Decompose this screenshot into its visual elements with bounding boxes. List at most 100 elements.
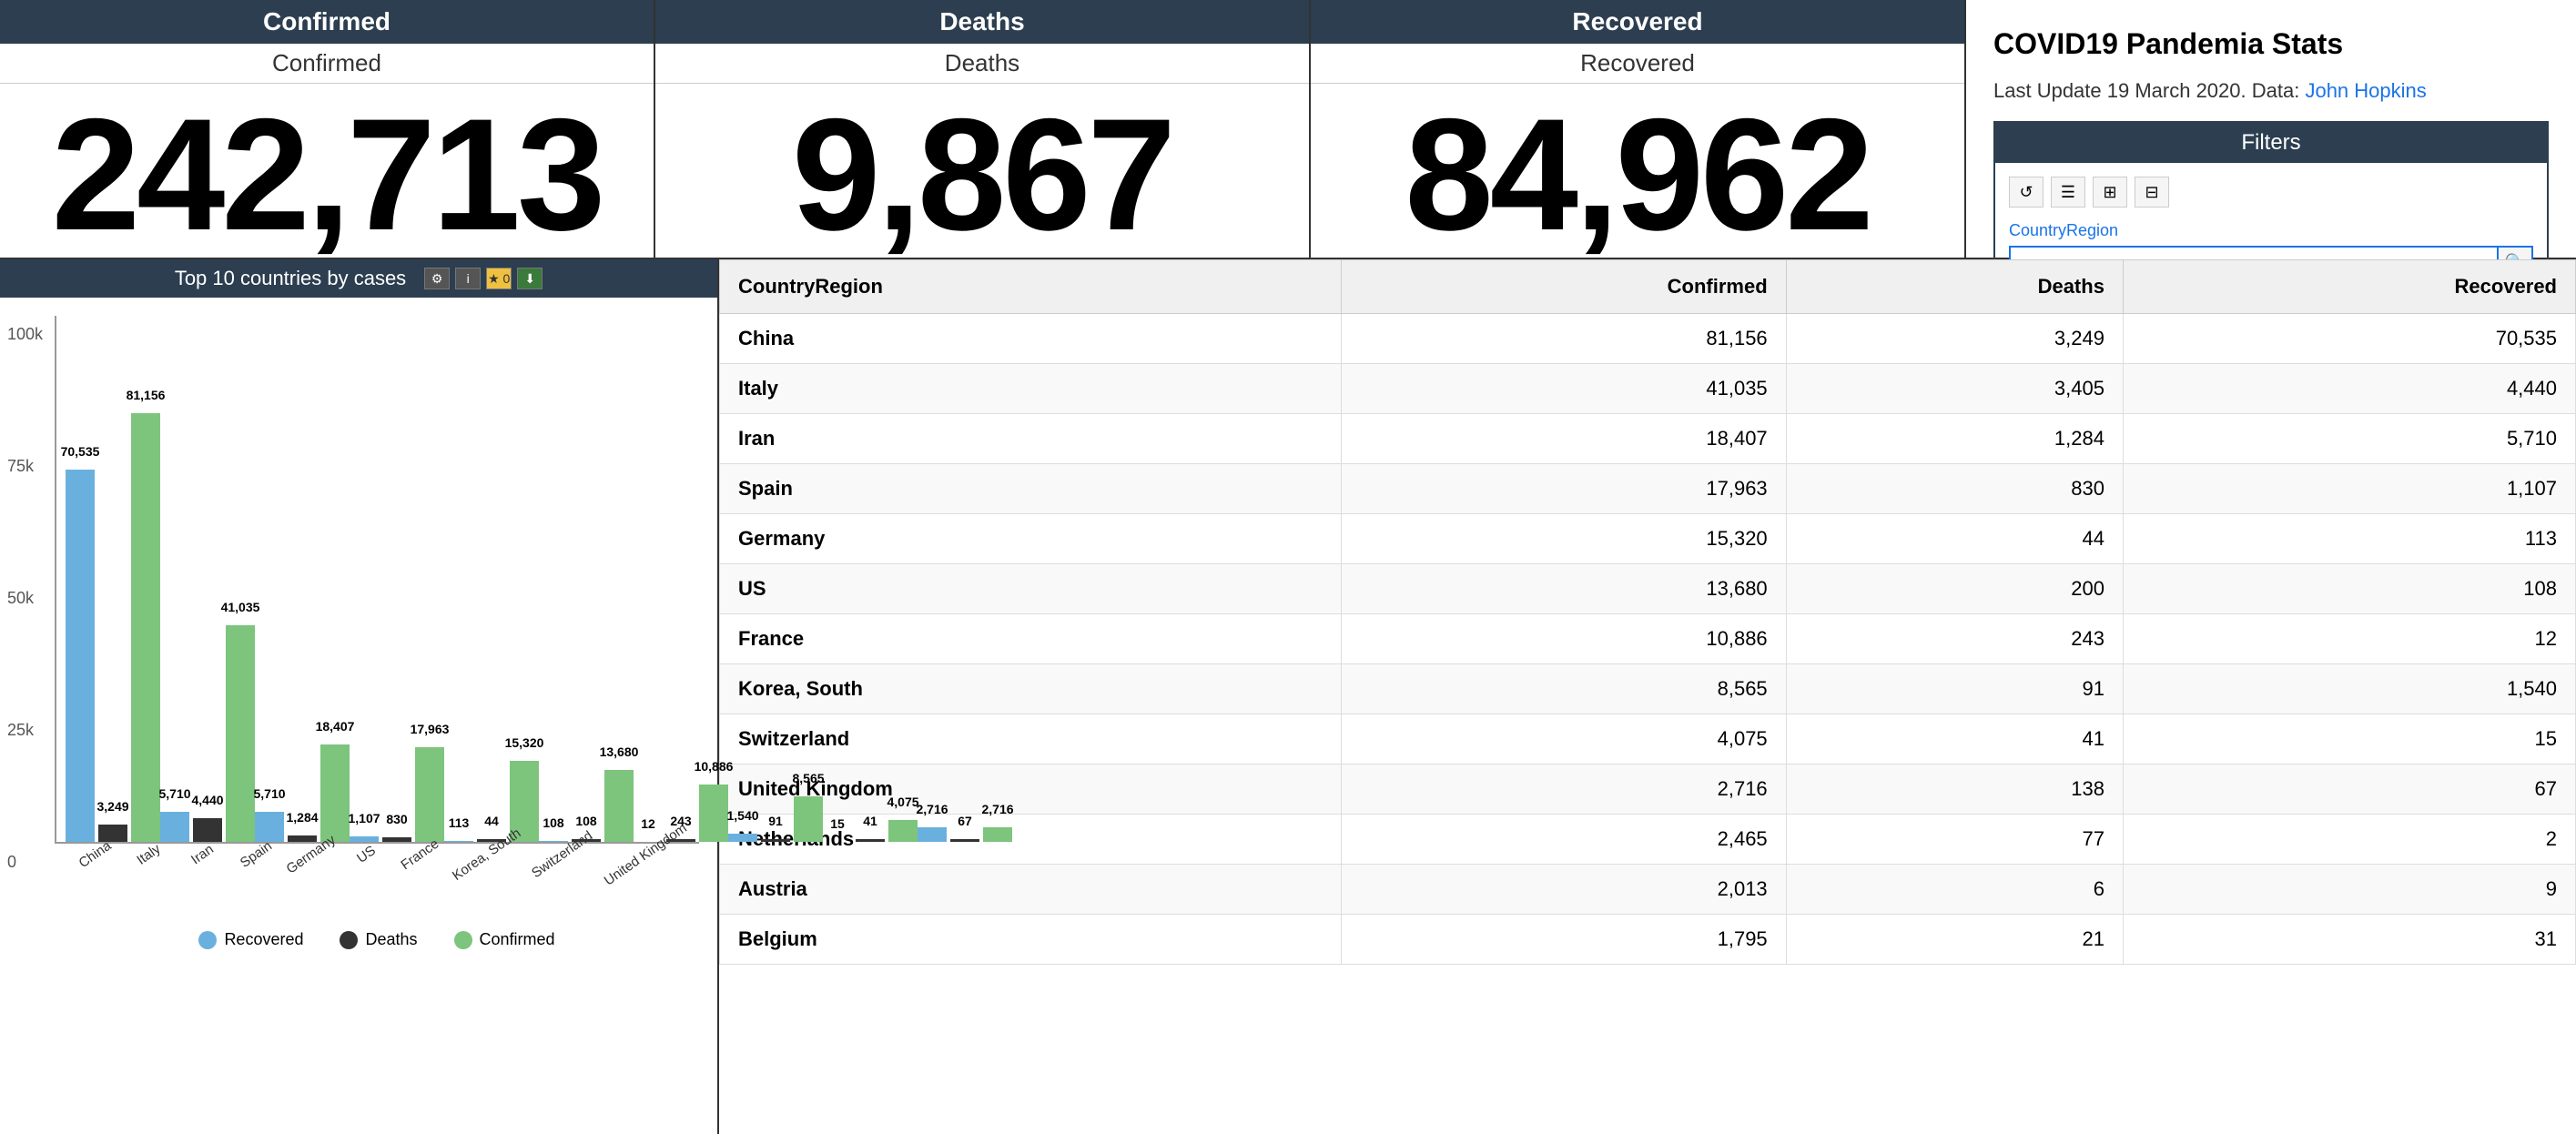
chart-area: 100k 75k 50k 25k 0 70,5353,24981,1565,71… (0, 298, 717, 1134)
filter-toolbar: ↺ ☰ ⊞ ⊟ (2009, 177, 2533, 208)
bar-group: 5,7101,28418,407 (255, 744, 350, 842)
bar-confirmed: 8,565 (794, 796, 823, 842)
table-cell-confirmed: 8,565 (1341, 664, 1786, 714)
table-cell-deaths: 243 (1786, 614, 2123, 664)
table-cell-deaths: 830 (1786, 464, 2123, 514)
bar-recovered: 70,535 (66, 470, 95, 842)
table-cell-recovered: 4,440 (2123, 364, 2575, 414)
table-cell-country: Korea, South (720, 664, 1342, 714)
table-cell-recovered: 1,540 (2123, 664, 2575, 714)
col-header-country: CountryRegion (720, 260, 1342, 314)
table-cell-deaths: 138 (1786, 764, 2123, 815)
table-cell-country: Austria (720, 865, 1342, 915)
table-cell-deaths: 21 (1786, 915, 2123, 965)
y-label-25k: 25k (7, 721, 34, 740)
bar-confirmed: 18,407 (320, 744, 350, 842)
y-label-50k: 50k (7, 589, 34, 608)
list-view-button[interactable]: ☰ (2051, 177, 2085, 208)
country-filter-label: CountryRegion (2009, 221, 2533, 240)
table-row: Italy41,0353,4054,440 (720, 364, 2576, 414)
chart-legend: Recovered Deaths Confirmed (55, 921, 699, 967)
table-cell-confirmed: 1,795 (1341, 915, 1786, 965)
table-row: China81,1563,24970,535 (720, 314, 2576, 364)
bar-group: 15414,075 (823, 820, 918, 842)
table-row: Belgium1,7952131 (720, 915, 2576, 965)
bar-chart: 70,5353,24981,1565,7104,44041,0355,7101,… (55, 316, 699, 844)
bar-group: 1,540 91 8,565 (728, 796, 823, 842)
chart-icon-toolbar: ⚙ i ★ 0 ⬇ (424, 268, 543, 289)
table-cell-confirmed: 17,963 (1341, 464, 1786, 514)
bar-deaths: 67 (950, 839, 979, 842)
table-cell-recovered: 108 (2123, 564, 2575, 614)
chart-header: Top 10 countries by cases ⚙ i ★ 0 ⬇ (0, 259, 717, 298)
legend-recovered-label: Recovered (224, 930, 303, 949)
chart-panel: Top 10 countries by cases ⚙ i ★ 0 ⬇ 100k… (0, 259, 719, 1134)
bar-group: 1134415,320 (444, 761, 539, 842)
table-cell-deaths: 200 (1786, 564, 2123, 614)
chart-title: Top 10 countries by cases (175, 267, 406, 290)
table-row: Korea, South8,565911,540 (720, 664, 2576, 714)
deaths-value: 9,867 (655, 84, 1309, 267)
table-cell-country: Germany (720, 514, 1342, 564)
legend-confirmed-dot (454, 931, 472, 949)
table-header-row: CountryRegion Confirmed Deaths Recovered (720, 260, 2576, 314)
table-row: France10,88624312 (720, 614, 2576, 664)
bar-recovered: 1,540 (728, 834, 757, 842)
reset-filter-button[interactable]: ↺ (2009, 177, 2044, 208)
table-cell-country: Italy (720, 364, 1342, 414)
confirmed-subheader: Confirmed (0, 44, 654, 84)
y-label-100k: 100k (7, 325, 43, 344)
table-row: Iran18,4071,2845,710 (720, 414, 2576, 464)
bar-confirmed: 17,963 (415, 747, 444, 842)
table-cell-deaths: 44 (1786, 514, 2123, 564)
grid-view-button[interactable]: ⊞ (2093, 177, 2127, 208)
bar-deaths: 1,284 (288, 835, 317, 842)
bar-recovered: 113 (444, 841, 473, 842)
table-cell-recovered: 70,535 (2123, 314, 2575, 364)
confirmed-value: 242,713 (0, 84, 654, 267)
confirmed-card: Confirmed Confirmed 242,713 (0, 0, 655, 258)
chart-settings-button[interactable]: ⚙ (424, 268, 450, 289)
tile-view-button[interactable]: ⊟ (2135, 177, 2169, 208)
table-cell-deaths: 1,284 (1786, 414, 2123, 464)
table-row: Switzerland4,0754115 (720, 714, 2576, 764)
y-label-75k: 75k (7, 457, 34, 476)
table-cell-confirmed: 2,013 (1341, 865, 1786, 915)
table-cell-confirmed: 13,680 (1341, 564, 1786, 614)
chart-export-button[interactable]: ⬇ (517, 268, 543, 289)
table-cell-confirmed: 2,465 (1341, 815, 1786, 865)
data-source-link[interactable]: John Hopkins (2305, 79, 2426, 102)
filters-header: Filters (1995, 123, 2547, 163)
bar-group: 2,716672,716 (918, 827, 1012, 842)
deaths-card: Deaths Deaths 9,867 (655, 0, 1311, 258)
y-label-0: 0 (7, 853, 16, 872)
table-cell-confirmed: 4,075 (1341, 714, 1786, 764)
bar-group: 70,5353,24981,156 (66, 413, 160, 842)
table-cell-recovered: 5,710 (2123, 414, 2575, 464)
legend-confirmed: Confirmed (454, 930, 555, 949)
table-cell-country: Switzerland (720, 714, 1342, 764)
table-cell-recovered: 113 (2123, 514, 2575, 564)
bar-recovered: 2,716 (918, 827, 947, 842)
country-table: CountryRegion Confirmed Deaths Recovered… (719, 259, 2576, 965)
bar-group: 5,7104,44041,035 (160, 625, 255, 842)
table-cell-recovered: 12 (2123, 614, 2575, 664)
table-row: Germany15,32044113 (720, 514, 2576, 564)
app-title: COVID19 Pandemia Stats (1993, 27, 2549, 61)
chart-info-button[interactable]: i (455, 268, 481, 289)
chart-star-button[interactable]: ★ 0 (486, 268, 512, 289)
deaths-subheader: Deaths (655, 44, 1309, 84)
recovered-title: Recovered (1311, 0, 1964, 44)
bar-confirmed: 10,886 (699, 785, 728, 842)
table-cell-country: France (720, 614, 1342, 664)
col-header-confirmed: Confirmed (1341, 260, 1786, 314)
table-cell-confirmed: 41,035 (1341, 364, 1786, 414)
table-cell-confirmed: 18,407 (1341, 414, 1786, 464)
bar-deaths: 91 (761, 839, 790, 842)
table-cell-deaths: 41 (1786, 714, 2123, 764)
table-cell-recovered: 2 (2123, 815, 2575, 865)
bar-confirmed: 41,035 (226, 625, 255, 842)
confirmed-title: Confirmed (0, 0, 654, 44)
table-cell-deaths: 77 (1786, 815, 2123, 865)
table-row: US13,680200108 (720, 564, 2576, 614)
